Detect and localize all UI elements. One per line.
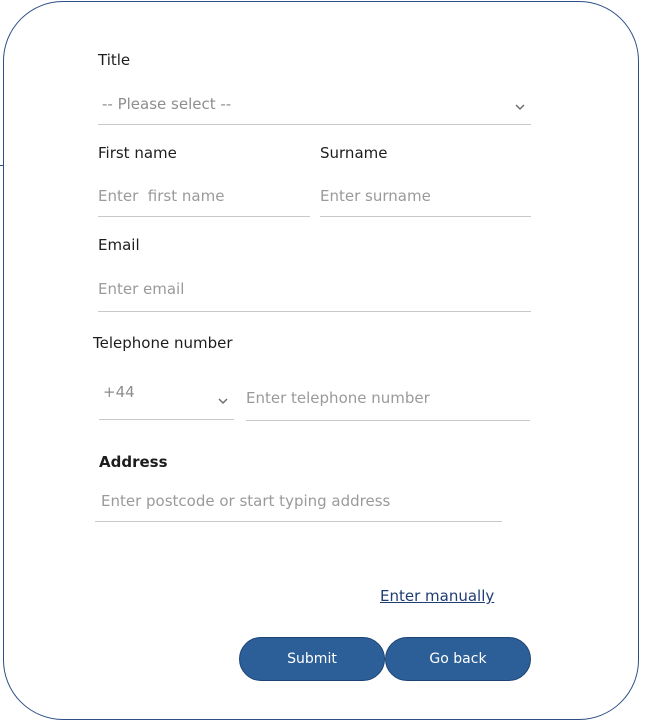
telephone-input[interactable] [246,375,530,420]
address-field[interactable] [95,480,502,522]
email-input[interactable] [98,267,531,311]
telephone-field[interactable] [246,375,530,421]
address-input[interactable] [95,480,502,521]
email-label: Email [98,236,140,254]
go-back-button[interactable]: Go back [385,637,531,681]
chevron-down-icon [515,104,525,111]
submit-button[interactable]: Submit [239,637,385,681]
country-code-select[interactable]: +44 [99,375,234,420]
country-code-value: +44 [103,382,135,401]
first-name-label: First name [98,144,177,162]
telephone-label: Telephone number [93,334,233,352]
chevron-down-icon [218,398,228,405]
surname-field[interactable] [320,175,531,217]
address-label: Address [99,453,168,471]
title-select[interactable]: -- Please select -- [98,84,531,125]
title-label: Title [98,51,131,69]
email-field[interactable] [98,267,531,312]
title-select-value: -- Please select -- [102,94,232,113]
surname-input[interactable] [320,175,531,216]
surname-label: Surname [320,144,388,162]
enter-manually-link[interactable]: Enter manually [380,587,494,605]
first-name-input[interactable] [98,175,310,216]
page: Title -- Please select -- First name Sur… [0,0,645,726]
first-name-field[interactable] [98,175,310,217]
